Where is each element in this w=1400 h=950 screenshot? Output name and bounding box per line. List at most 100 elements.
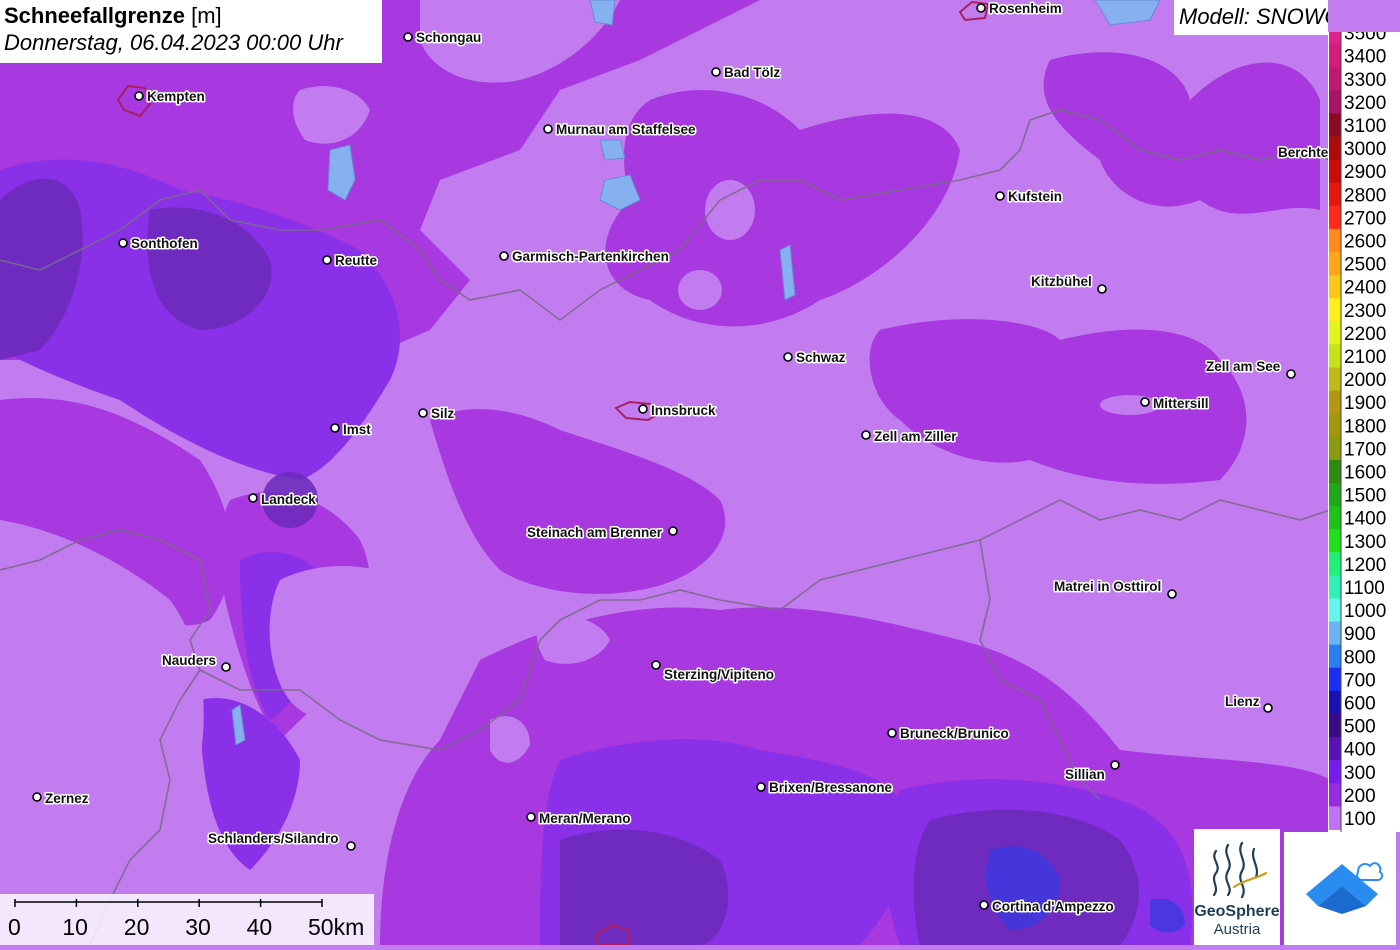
legend-label: 3000	[1344, 139, 1386, 160]
town-label: Sonthofen	[131, 236, 198, 251]
legend-label: 1700	[1344, 439, 1386, 460]
town-rosenheim[interactable]: Rosenheim	[976, 0, 1063, 18]
legend-swatch	[1329, 806, 1341, 830]
town-label: Mittersill	[1153, 396, 1209, 411]
town-label: Sillian	[1065, 767, 1105, 782]
snowfall-map[interactable]: Kempten Schongau Bad Tölz Rosenheim Murn…	[0, 0, 1400, 945]
town-label: Zell am See	[1206, 359, 1281, 374]
town-steinach[interactable]: Steinach am Brenner	[526, 524, 678, 542]
town-label: Reutte	[335, 253, 377, 268]
legend-swatch	[1329, 621, 1341, 646]
scale-label: 20	[124, 914, 150, 940]
legend-label: 1600	[1344, 462, 1386, 483]
legend-swatch	[1329, 413, 1341, 438]
scale-label: 0	[8, 914, 21, 940]
town-schongau[interactable]: Schongau	[403, 29, 483, 47]
town-dot	[1140, 397, 1150, 407]
town-dot	[248, 493, 258, 503]
town-label: Schlanders/Silandro	[208, 831, 339, 846]
legend-swatch	[1329, 344, 1341, 368]
legend-swatch	[1329, 136, 1341, 161]
legend-label: 1000	[1344, 601, 1386, 622]
town-sonthofen[interactable]: Sonthofen	[118, 235, 199, 253]
town-dot	[979, 900, 989, 910]
geosphere-country: Austria	[1213, 921, 1261, 938]
town-label: Kitzbühel	[1031, 274, 1092, 289]
legend-swatch	[1329, 321, 1341, 345]
town-label: Zell am Ziller	[874, 429, 957, 444]
town-label: Sterzing/Vipiteno	[664, 667, 774, 682]
town-dot	[526, 812, 536, 822]
town-garmisch[interactable]: Garmisch-Partenkirchen	[499, 248, 670, 266]
town-dot	[32, 792, 42, 802]
town-dot	[134, 91, 144, 101]
legend-swatch	[1329, 182, 1341, 207]
legend-swatch	[1329, 783, 1341, 807]
town-label: Garmisch-Partenkirchen	[512, 249, 669, 264]
town-dot	[651, 660, 661, 670]
town-label: Schwaz	[796, 350, 846, 365]
town-cortina[interactable]: Cortina d'Ampezzo	[979, 898, 1115, 916]
town-dot	[668, 526, 678, 536]
town-brixen[interactable]: Brixen/Bressanone	[756, 779, 894, 797]
town-label: Kufstein	[1008, 189, 1062, 204]
legend-swatch	[1329, 44, 1341, 68]
legend-swatch	[1329, 644, 1341, 669]
town-dot	[1263, 703, 1273, 713]
legend-label: 2600	[1344, 231, 1386, 252]
town-dot	[1110, 760, 1120, 770]
scale-label: 10	[62, 914, 88, 940]
legend-swatch	[1329, 367, 1341, 392]
town-label: Landeck	[261, 492, 316, 507]
town-bruneck[interactable]: Bruneck/Brunico	[887, 725, 1010, 743]
town-murnau[interactable]: Murnau am Staffelsee	[543, 121, 698, 139]
legend-swatch	[1329, 598, 1341, 623]
town-zell-am-ziller[interactable]: Zell am Ziller	[861, 428, 959, 446]
legend-swatch	[1329, 67, 1341, 91]
town-dot	[322, 255, 332, 265]
town-dot	[543, 124, 553, 134]
geosphere-name: GeoSphere	[1194, 903, 1280, 920]
legend-swatch	[1329, 506, 1341, 530]
town-dot	[711, 67, 721, 77]
legend-label: 1500	[1344, 486, 1386, 507]
town-dot	[887, 728, 897, 738]
town-label: Cortina d'Ampezzo	[992, 899, 1114, 914]
geosphere-mark-icon	[1212, 841, 1268, 899]
legend-label: 3200	[1344, 93, 1386, 114]
legend-label: 600	[1344, 693, 1376, 714]
town-dot	[118, 238, 128, 248]
legend-swatch	[1329, 90, 1341, 114]
partner-logo[interactable]	[1284, 832, 1396, 945]
town-label: Matrei in Osttirol	[1054, 579, 1161, 594]
town-dot	[638, 404, 648, 414]
town-dot	[1286, 369, 1296, 379]
legend-label: 2300	[1344, 301, 1386, 322]
town-innsbruck[interactable]: Innsbruck	[638, 402, 718, 420]
legend-label: 1900	[1344, 393, 1386, 414]
legend-label: 300	[1344, 763, 1376, 784]
town-dot	[756, 782, 766, 792]
town-label: Zernez	[45, 791, 89, 806]
town-meran[interactable]: Meran/Merano	[526, 810, 632, 828]
town-dot	[221, 662, 231, 672]
legend-scale: 3500 340033003200310030002900280027002600…	[1329, 32, 1386, 832]
legend-swatch	[1329, 298, 1341, 322]
town-dot	[783, 352, 793, 362]
legend-label: 2500	[1344, 255, 1386, 276]
legend-swatch	[1329, 252, 1341, 276]
legend-label: 2800	[1344, 185, 1386, 206]
scale-bar: 0 10 20 30 40 50km	[0, 894, 374, 945]
legend-label: 1200	[1344, 555, 1386, 576]
town-label: Kempten	[147, 89, 205, 104]
legend-swatch	[1329, 552, 1341, 576]
legend-swatch	[1329, 32, 1341, 45]
cloud-arrow-icon	[1306, 862, 1384, 914]
town-label: Berchte	[1278, 145, 1329, 160]
geosphere-logo[interactable]: GeoSphere Austria	[1194, 829, 1280, 945]
legend-swatch	[1329, 436, 1341, 461]
legend-label: 100	[1344, 809, 1376, 830]
legend-swatch	[1329, 275, 1341, 299]
legend-swatch	[1329, 690, 1341, 715]
legend-swatch	[1329, 228, 1341, 253]
